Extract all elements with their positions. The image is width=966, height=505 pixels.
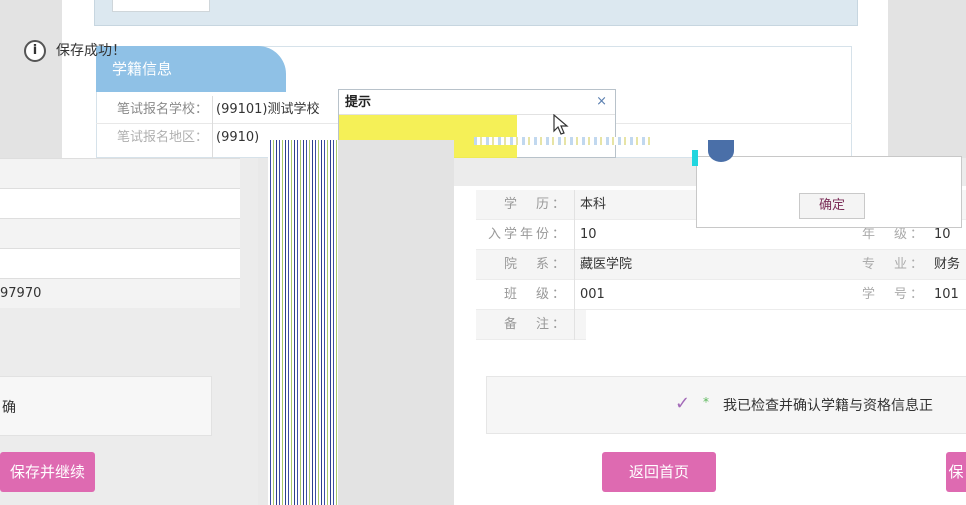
gray-panel [338, 140, 454, 505]
divider [212, 96, 213, 158]
id-number-fragment: 97970 [0, 286, 42, 301]
confirm-text: 我已检查并确认学籍与资格信息正 [723, 398, 933, 414]
right-button-fragment[interactable]: 保 [946, 452, 966, 492]
row-remarks: 备 注： [476, 310, 586, 340]
divider [574, 310, 575, 340]
divider [574, 190, 575, 220]
render-artifact [268, 140, 338, 505]
ok-dialog: 确定 [696, 156, 962, 228]
row-value: (99101)测试学校 [216, 102, 320, 117]
checkmark-icon[interactable]: ✓ [675, 393, 690, 414]
row-label: 入学年份： [488, 227, 569, 242]
fragment-row [0, 248, 240, 278]
fragment-row: 97970 [0, 278, 240, 308]
row-label: 笔试报名学校： [116, 102, 208, 117]
top-button[interactable] [112, 0, 210, 12]
row-value: (9910) [216, 130, 260, 145]
row-value: 财务 [934, 257, 961, 272]
render-artifact [474, 137, 654, 145]
dialog-message: 保存成功！ [56, 43, 126, 59]
return-home-button[interactable]: 返回首页 [602, 452, 716, 492]
mouse-cursor-icon [553, 114, 569, 135]
save-continue-button[interactable]: 保存并继续 [0, 452, 95, 492]
row-value: 10 [580, 227, 597, 242]
row-label: 班 级： [503, 287, 568, 302]
divider [574, 220, 575, 250]
row-label: 笔试报名地区： [116, 130, 208, 145]
close-icon[interactable]: × [596, 94, 607, 109]
fragment-row [0, 158, 240, 188]
required-star: * [703, 395, 709, 409]
dialog-title: 提示 [339, 90, 615, 115]
row-label: 备 注： [503, 317, 568, 332]
fragment-row [0, 188, 240, 218]
row-value: 001 [580, 287, 605, 302]
confirm-text-fragment: 确 [2, 400, 16, 416]
row-class: 班 级： 001 学 号： 101 [476, 280, 966, 310]
row-department: 院 系： 藏医学院 专 业： 财务 [476, 250, 966, 280]
row-label: 学 历： [503, 197, 568, 212]
render-artifact [692, 150, 698, 166]
row-label: 学 号： [861, 287, 926, 302]
row-value: 藏医学院 [580, 257, 633, 272]
divider [574, 280, 575, 310]
row-value: 101 [934, 287, 959, 302]
confirm-box[interactable]: ✓ * 我已检查并确认学籍与资格信息正 [486, 376, 966, 434]
row-value: 本科 [580, 197, 607, 212]
divider [574, 250, 575, 280]
row-label: 专 业： [861, 257, 926, 272]
info-icon [708, 140, 734, 162]
ok-button[interactable]: 确定 [799, 193, 865, 219]
info-icon: i [24, 40, 46, 62]
confirm-box-fragment: 确 [0, 376, 212, 436]
fragment-row [0, 218, 240, 248]
row-label: 院 系： [503, 257, 568, 272]
